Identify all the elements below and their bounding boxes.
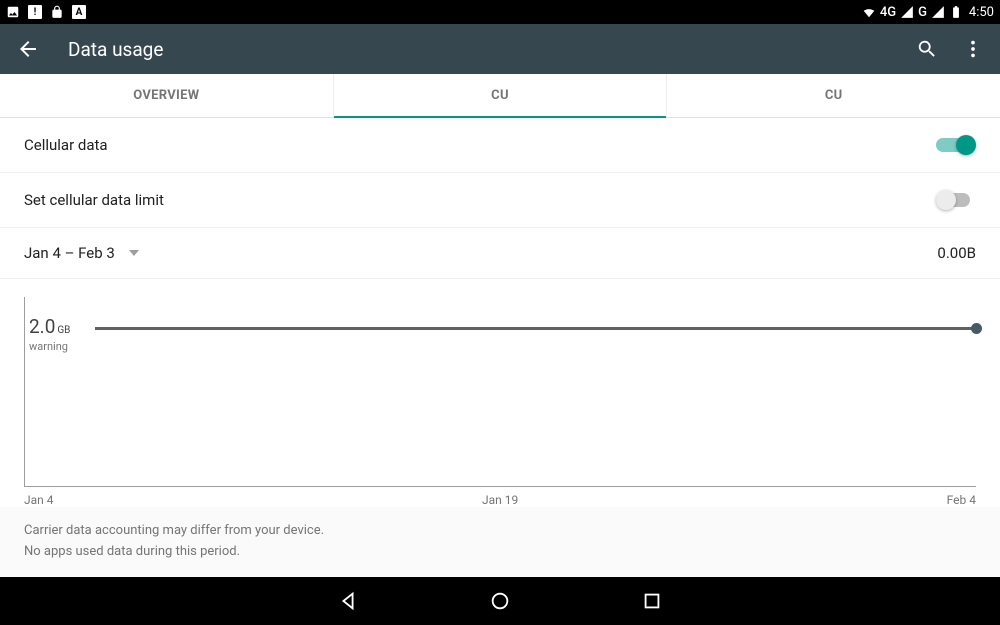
chevron-down-icon: [129, 250, 139, 256]
chart-x-axis: Jan 4 Jan 19 Feb 4: [24, 487, 976, 507]
x-tick-start: Jan 4: [24, 493, 54, 507]
cellular-data-toggle[interactable]: [936, 134, 976, 156]
warning-unit: GB: [57, 325, 70, 336]
usage-chart: 2.0 GB warning: [24, 297, 976, 487]
footer-notes: Carrier data accounting may differ from …: [0, 507, 1000, 577]
network-label-1: 4G: [880, 5, 896, 20]
period-usage: 0.00B: [937, 244, 976, 262]
tab-bar: OVERVIEW CU CU: [0, 74, 1000, 118]
data-limit-row[interactable]: Set cellular data limit: [0, 173, 1000, 228]
page-title: Data usage: [68, 38, 163, 61]
alert-icon: !: [28, 5, 42, 19]
tab-cu-2[interactable]: CU: [667, 74, 1000, 117]
data-limit-toggle[interactable]: [936, 189, 976, 211]
network-label-2: G: [918, 5, 927, 20]
image-icon: [6, 5, 20, 19]
data-limit-label: Set cellular data limit: [24, 191, 164, 209]
nav-home-button[interactable]: [489, 590, 511, 612]
cellular-data-row[interactable]: Cellular data: [0, 118, 1000, 173]
battery-icon: [949, 5, 963, 19]
android-status-bar: ! A 4G G 4:50: [0, 0, 1000, 24]
clock: 4:50: [969, 5, 994, 20]
usage-chart-container: 2.0 GB warning Jan 4 Jan 19 Feb 4: [0, 279, 1000, 507]
nav-back-button[interactable]: [337, 590, 359, 612]
signal-icon-1: [900, 5, 914, 19]
x-tick-end: Feb 4: [947, 493, 976, 507]
tab-cu-1[interactable]: CU: [334, 74, 668, 117]
warning-slider-handle[interactable]: [971, 323, 982, 334]
wifi-icon: [862, 5, 876, 19]
warning-label: warning: [29, 340, 68, 353]
warning-value: 2.0: [29, 315, 55, 338]
lock-icon: [50, 5, 64, 19]
period-dropdown[interactable]: Jan 4 – Feb 3: [24, 244, 139, 262]
carrier-note: Carrier data accounting may differ from …: [24, 521, 976, 542]
warning-line: 2.0 GB warning: [25, 327, 976, 330]
signal-icon-2: [931, 5, 945, 19]
overflow-menu-button[interactable]: [962, 38, 984, 60]
cellular-data-label: Cellular data: [24, 136, 108, 154]
tab-overview[interactable]: OVERVIEW: [0, 74, 334, 117]
keyboard-icon: A: [72, 5, 86, 19]
back-button[interactable]: [16, 37, 40, 61]
period-row: Jan 4 – Feb 3 0.00B: [0, 228, 1000, 279]
no-apps-note: No apps used data during this period.: [24, 542, 976, 563]
period-range: Jan 4 – Feb 3: [24, 244, 115, 262]
content-area: Cellular data Set cellular data limit Ja…: [0, 118, 1000, 577]
android-nav-bar: [0, 577, 1000, 625]
app-bar: Data usage: [0, 24, 1000, 74]
x-tick-mid: Jan 19: [482, 493, 518, 507]
search-button[interactable]: [916, 38, 938, 60]
nav-recents-button[interactable]: [641, 590, 663, 612]
